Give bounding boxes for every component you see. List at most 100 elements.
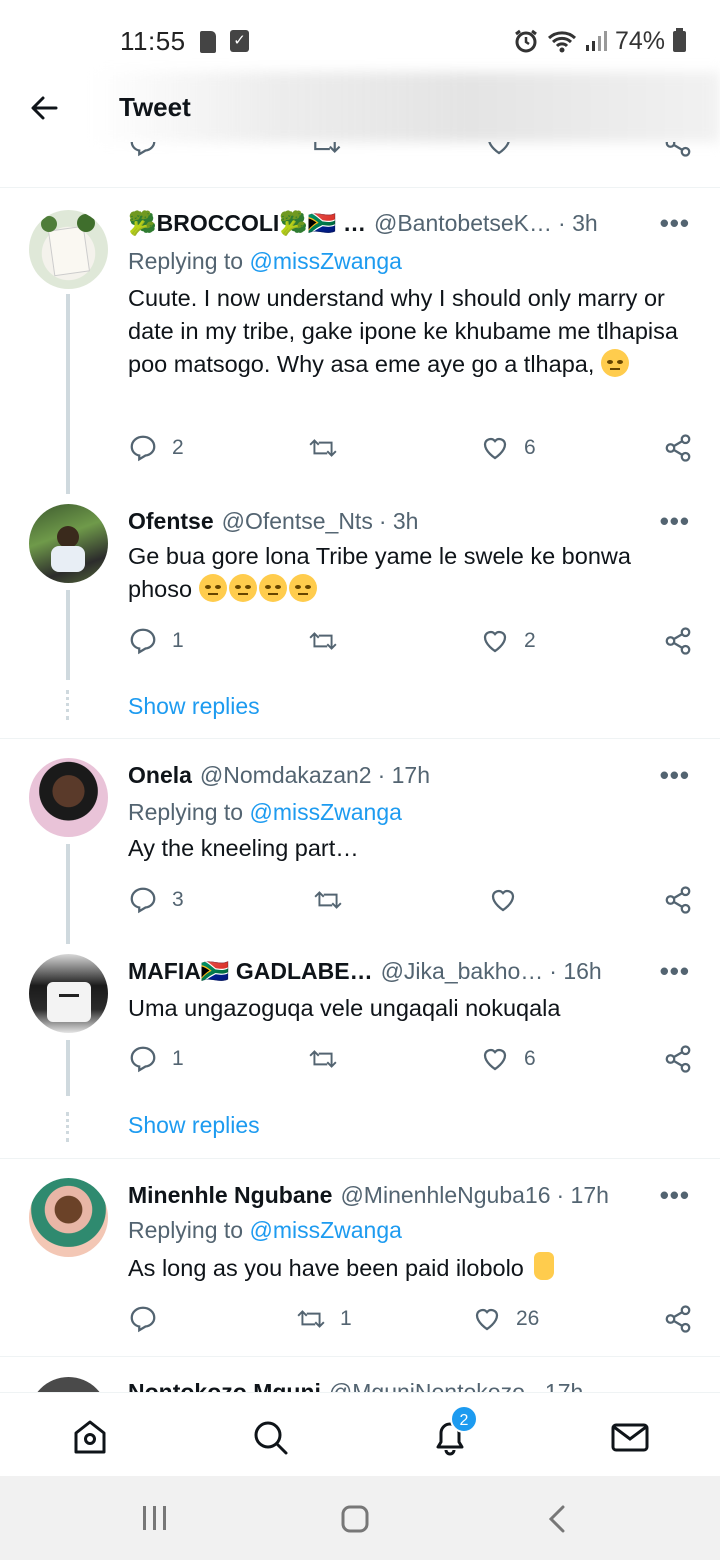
avatar[interactable] (29, 210, 108, 289)
back-button-icon[interactable] (545, 1504, 569, 1534)
share-button[interactable] (663, 1304, 693, 1334)
show-replies-link[interactable]: Show replies (128, 693, 260, 720)
back-arrow-icon[interactable] (28, 92, 60, 124)
more-options-icon[interactable]: ••• (660, 208, 690, 239)
retweet-icon (309, 439, 337, 457)
tweet-actions: 3 (128, 885, 694, 919)
avatar[interactable] (29, 954, 108, 1033)
reply-count: 1 (172, 629, 184, 652)
mention-link[interactable]: @missZwanga (249, 1217, 401, 1243)
replying-label: Replying to (128, 248, 244, 274)
mention-link[interactable]: @missZwanga (249, 799, 401, 825)
tweet-text-content: Ay the kneeling part… (128, 835, 359, 861)
tweet-time: · 16h (549, 958, 602, 984)
eye-roll-emoji (198, 574, 227, 602)
display-name[interactable]: 🥦BROCCOLI🥦🇿🇦 … (128, 210, 366, 237)
user-handle[interactable]: @BantobetseK… (374, 210, 552, 237)
tweet-ofentse[interactable]: Ofentse @Ofentse_Nts · 3h ••• Ge bua gor… (0, 490, 720, 738)
home-icon[interactable] (70, 1417, 110, 1457)
tweet-broccoli[interactable]: 🥦BROCCOLI🥦🇿🇦 … @BantobetseK… · 3h ••• Re… (0, 190, 720, 494)
like-button[interactable]: 6 (480, 433, 536, 463)
avatar[interactable] (29, 758, 108, 837)
share-button[interactable] (663, 885, 693, 915)
user-handle[interactable]: @Jika_bakho… (381, 958, 544, 985)
mention-link[interactable]: @missZwanga (249, 248, 401, 274)
share-icon (665, 1045, 691, 1073)
reply-button[interactable]: 1 (128, 626, 184, 656)
messages-mail-icon[interactable] (610, 1417, 650, 1457)
alarm-icon (515, 29, 537, 53)
display-name[interactable]: Nontokozo Mguni (128, 1379, 321, 1392)
like-icon[interactable] (484, 142, 514, 158)
avatar[interactable] (29, 504, 108, 583)
retweet-count: 1 (340, 1307, 352, 1330)
tweet-actions: 1 6 (128, 1044, 694, 1078)
like-button[interactable]: 2 (480, 626, 536, 656)
tweet-time: · 17h (530, 1379, 584, 1392)
retweet-button[interactable] (308, 1044, 352, 1074)
user-handle[interactable]: @MguniNontokozo (329, 1379, 525, 1392)
recent-apps-icon[interactable] (140, 1504, 170, 1532)
like-icon (483, 437, 507, 460)
wifi-icon (547, 31, 576, 53)
retweet-button[interactable]: 1 (296, 1304, 352, 1334)
tweet-header: Onela @Nomdakazan2 · 17h (128, 762, 690, 789)
reply-button[interactable] (128, 1304, 172, 1334)
sd-card-icon (200, 31, 216, 53)
tweet-nontokozo[interactable]: Nontokozo Mguni @MguniNontokozo · 17h (0, 1357, 720, 1392)
share-button[interactable] (663, 433, 693, 463)
user-handle[interactable]: @Nomdakazan2 (200, 762, 372, 789)
notifications-badge: 2 (450, 1405, 478, 1433)
eye-roll-emoji (600, 349, 629, 377)
home-button-icon[interactable] (340, 1504, 370, 1534)
user-handle[interactable]: @Ofentse_Nts (222, 508, 373, 535)
tweet-onela[interactable]: Onela @Nomdakazan2 · 17h ••• Replying to… (0, 740, 720, 944)
retweet-button[interactable] (308, 626, 352, 656)
like-button[interactable]: 6 (480, 1044, 536, 1074)
more-options-icon[interactable]: ••• (660, 506, 690, 537)
like-icon (483, 630, 507, 653)
retweet-icon[interactable] (308, 142, 342, 158)
more-options-icon[interactable]: ••• (660, 1180, 690, 1211)
display-name[interactable]: Ofentse (128, 508, 214, 535)
tweet-minenhle[interactable]: Minenhle Ngubane @MinenhleNguba16 · 17h … (0, 1160, 720, 1356)
reply-button[interactable]: 1 (128, 1044, 184, 1074)
reply-icon[interactable] (128, 142, 158, 158)
share-icon (665, 434, 691, 462)
share-button[interactable] (663, 626, 693, 656)
tweet-header: Ofentse @Ofentse_Nts · 3h (128, 508, 690, 535)
display-name[interactable]: Minenhle Ngubane (128, 1182, 332, 1209)
share-icon[interactable] (663, 142, 693, 158)
search-icon[interactable] (250, 1417, 290, 1457)
like-button[interactable]: 26 (472, 1304, 539, 1334)
reply-button[interactable]: 2 (128, 433, 184, 463)
retweet-button[interactable] (313, 885, 357, 915)
signal-icon (585, 31, 607, 51)
like-icon (475, 1308, 499, 1331)
like-button[interactable] (488, 885, 532, 915)
more-options-icon[interactable]: ••• (660, 760, 690, 791)
reply-count: 1 (172, 1047, 184, 1070)
thread-dots (66, 690, 70, 720)
tweet-mafia[interactable]: MAFIA🇿🇦 GADLABE… @Jika_bakho… · 16h ••• … (0, 940, 720, 1158)
user-handle[interactable]: @MinenhleNguba16 (340, 1182, 550, 1209)
display-name[interactable]: MAFIA🇿🇦 GADLABE… (128, 958, 373, 985)
like-count: 6 (524, 1047, 536, 1070)
tweet-time: · 17h (377, 762, 431, 788)
reply-button[interactable]: 3 (128, 885, 184, 915)
reply-icon (130, 1046, 156, 1073)
share-button[interactable] (663, 1044, 693, 1074)
reply-icon (130, 435, 156, 462)
top-app-bar: Tweet (0, 72, 720, 142)
avatar[interactable] (29, 1377, 108, 1392)
tweet-actions: 1 26 (128, 1304, 694, 1338)
like-icon (483, 1048, 507, 1071)
display-name[interactable]: Onela (128, 762, 192, 789)
reply-count: 2 (172, 436, 184, 459)
retweet-button[interactable] (308, 433, 352, 463)
show-replies-link[interactable]: Show replies (128, 1112, 260, 1139)
like-count: 26 (516, 1307, 540, 1330)
avatar[interactable] (29, 1178, 108, 1257)
more-options-icon[interactable]: ••• (660, 956, 690, 987)
status-time: 11:55 (120, 26, 186, 56)
